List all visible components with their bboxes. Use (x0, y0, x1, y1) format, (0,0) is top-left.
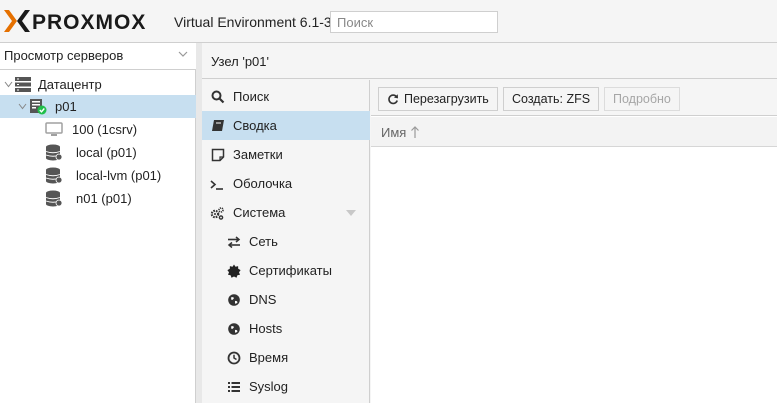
menu-item-shell[interactable]: Оболочка (202, 169, 370, 198)
menu-item-search[interactable]: Поиск (202, 82, 370, 111)
menu-item-certificates[interactable]: Сертификаты (202, 256, 370, 285)
version-label: Virtual Environment 6.1-3 (174, 14, 332, 30)
tree-item-label: p01 (55, 99, 77, 114)
reload-button[interactable]: Перезагрузить (378, 87, 498, 111)
menu-item-system[interactable]: Система (202, 198, 370, 227)
create-zfs-button[interactable]: Создать: ZFS (503, 87, 600, 111)
menu-item-label: Заметки (233, 147, 283, 162)
menu-item-label: Время (249, 350, 289, 365)
details-button-label: Подробно (613, 92, 671, 106)
menu-item-label: Оболочка (233, 176, 293, 191)
page-title: Узел 'p01' (211, 54, 269, 69)
reload-button-label: Перезагрузить (404, 92, 489, 106)
exchange-icon (227, 236, 241, 249)
server-online-icon (30, 99, 47, 115)
menu-item-label: Система (233, 205, 286, 220)
vm-icon (45, 122, 63, 136)
tree-item-label: 100 (1csrv) (72, 122, 138, 137)
notes-icon (211, 148, 225, 162)
menu-item-network[interactable]: Сеть (202, 227, 370, 256)
menu-item-label: Сертификаты (249, 263, 332, 278)
menu-item-label: Syslog (249, 379, 289, 394)
tree-item-storage-local[interactable]: local (p01) (0, 141, 196, 164)
book-icon (212, 120, 224, 131)
storage-icon (45, 167, 63, 184)
collapse-toggle-icon[interactable] (4, 80, 13, 89)
menu-item-time[interactable]: Время (202, 343, 370, 372)
search-icon (211, 90, 225, 104)
chevron-down-icon (178, 51, 188, 57)
list-icon (228, 382, 240, 392)
cogs-icon (210, 207, 224, 220)
datacenter-icon (15, 77, 31, 92)
clock-icon (227, 351, 241, 365)
menu-item-syslog[interactable]: Syslog (202, 372, 370, 401)
tree-item-datacenter[interactable]: Датацентр (0, 73, 196, 96)
tree-item-storage-n01[interactable]: n01 (p01) (0, 187, 196, 210)
menu-item-label: Поиск (233, 89, 270, 104)
resource-tree-panel: Просмотр серверов Датацентр p01 100 (1cs… (0, 43, 196, 403)
collapse-arrow-icon[interactable] (346, 210, 356, 216)
toolbar: Перезагрузить Создать: ZFS Подробно (371, 80, 777, 116)
view-selector[interactable]: Просмотр серверов (0, 43, 196, 70)
search-input[interactable] (330, 11, 498, 33)
terminal-icon (210, 180, 223, 190)
tree-item-label: local (p01) (76, 145, 137, 160)
column-header-name[interactable]: Имя (381, 125, 406, 140)
collapse-toggle-icon[interactable] (18, 102, 27, 111)
tree-item-label: Датацентр (38, 77, 102, 92)
menu-item-summary[interactable]: Сводка (202, 111, 370, 140)
grid-header: Имя (371, 117, 777, 147)
view-selector-value: Просмотр серверов (4, 48, 124, 63)
create-zfs-button-label: Создать: ZFS (512, 92, 591, 106)
brand-text: PROXMOX (32, 11, 146, 33)
content-panel: Перезагрузить Создать: ZFS Подробно Имя (371, 80, 777, 403)
menu-item-hosts[interactable]: Hosts (202, 314, 370, 343)
menu-item-notes[interactable]: Заметки (202, 140, 370, 169)
certificate-icon (227, 264, 241, 278)
tree-item-label: local-lvm (p01) (76, 168, 162, 183)
menu-item-dns[interactable]: DNS (202, 285, 370, 314)
storage-icon (45, 144, 63, 161)
tree-item-storage-local-lvm[interactable]: local-lvm (p01) (0, 164, 196, 187)
tree-item-vm-100[interactable]: 100 (1csrv) (0, 118, 196, 141)
menu-item-label: Сеть (249, 234, 278, 249)
node-menu: Поиск Сводка Заметки Оболочка Система Се… (202, 80, 370, 403)
menu-item-label: Сводка (233, 118, 277, 133)
storage-icon (45, 190, 63, 207)
tree-item-label: n01 (p01) (76, 191, 132, 206)
node-header: Узел 'p01' (202, 43, 777, 79)
tree-item-node-p01[interactable]: p01 (0, 95, 196, 118)
details-button: Подробно (604, 87, 680, 111)
refresh-icon (388, 94, 398, 105)
proxmox-logo[interactable]: PROXMOX (4, 9, 169, 33)
globe-icon (228, 323, 240, 335)
menu-item-label: DNS (249, 292, 277, 307)
sort-ascending-icon (411, 126, 419, 138)
globe-icon (228, 294, 240, 306)
top-bar: PROXMOX Virtual Environment 6.1-3 (0, 0, 777, 43)
menu-item-label: Hosts (249, 321, 283, 336)
